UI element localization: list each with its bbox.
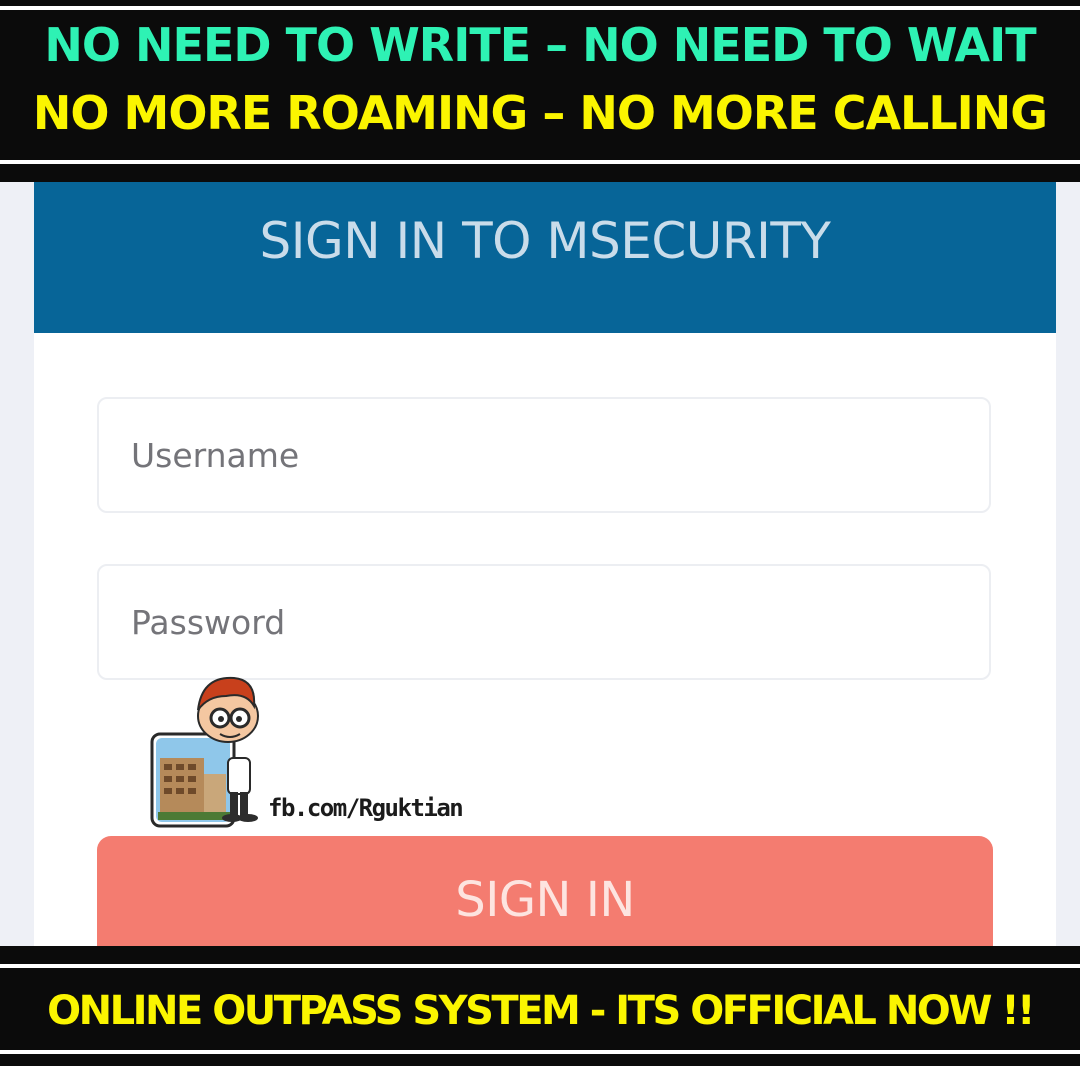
headline-line-2: NO MORE ROAMING – NO MORE CALLING: [32, 86, 1048, 140]
watermark: fb.com/Rguktian: [150, 666, 464, 836]
login-title: SIGN IN TO MSECURITY: [259, 212, 831, 270]
cartoon-boy-with-building-icon: [150, 676, 259, 828]
username-field[interactable]: [97, 397, 991, 513]
bottom-banner-rule-upper: [0, 964, 1080, 968]
bottom-banner-rule-lower: [0, 1050, 1080, 1054]
bottom-headline: ONLINE OUTPASS SYSTEM - ITS OFFICIAL NOW…: [47, 988, 1035, 1034]
username-input[interactable]: [99, 399, 989, 511]
login-header: SIGN IN TO MSECURITY: [34, 182, 1056, 333]
top-banner-rule-lower: [0, 160, 1080, 164]
watermark-text: fb.com/Rguktian: [268, 794, 464, 822]
sign-in-button-label: SIGN IN: [455, 872, 635, 928]
password-field[interactable]: [97, 564, 991, 680]
bottom-banner: ONLINE OUTPASS SYSTEM - ITS OFFICIAL NOW…: [0, 946, 1080, 1066]
top-banner-rule-upper: [0, 6, 1080, 10]
password-input[interactable]: [99, 566, 989, 678]
top-banner: NO NEED TO WRITE – NO NEED TO WAIT NO MO…: [0, 0, 1080, 182]
headline-line-1: NO NEED TO WRITE – NO NEED TO WAIT: [44, 18, 1036, 72]
